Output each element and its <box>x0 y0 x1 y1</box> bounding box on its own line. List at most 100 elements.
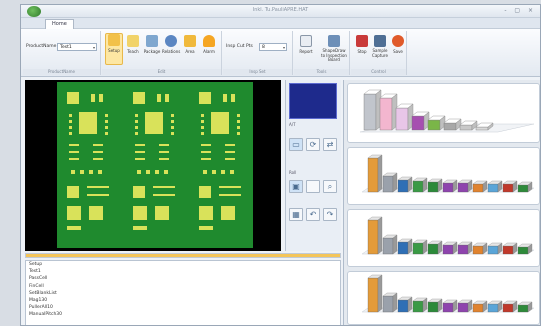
chart-small-3-svg <box>361 274 535 313</box>
list-item[interactable]: PullerAll10 <box>26 304 340 311</box>
chart-bar <box>379 97 393 131</box>
pcb-trace <box>199 226 213 230</box>
sample-capture-button[interactable]: Sample Capture <box>371 35 389 58</box>
chevron-down-icon: ▾ <box>92 45 95 50</box>
insp-cut-select[interactable]: 8 ▾ <box>259 43 287 51</box>
chart-bar <box>367 277 379 313</box>
tool-move-icon[interactable]: ⟳ <box>306 138 320 151</box>
pcb-trace <box>93 158 103 160</box>
chart-bar <box>442 302 454 313</box>
alarm-icon <box>203 35 215 47</box>
pcb-viewer[interactable] <box>25 80 281 251</box>
pcb-pad <box>221 206 235 220</box>
pcb-trace <box>153 186 175 188</box>
chart-bar <box>457 302 469 313</box>
pcb-pad <box>164 170 168 174</box>
window-controls[interactable]: - ▢ × <box>504 7 536 14</box>
pcb-trace <box>69 144 79 146</box>
window-title: Inkl. Tu.PauliAPRE.HAT <box>252 7 309 13</box>
pcb-pad <box>237 114 240 117</box>
chart-bar <box>459 124 473 131</box>
title-bar: Inkl. Tu.PauliAPRE.HAT - ▢ × <box>21 5 540 18</box>
pcb-trace <box>159 158 169 160</box>
pcb-pad <box>135 132 138 135</box>
chevron-down-icon: ▾ <box>282 45 285 50</box>
save-button[interactable]: Save <box>389 35 407 54</box>
progress-bar <box>25 253 341 258</box>
chart-bar <box>457 182 469 193</box>
tool-fit-icon[interactable]: ▣ <box>289 180 303 193</box>
chart-bar <box>427 243 439 255</box>
group-label-tools: Tools <box>294 69 349 75</box>
chart-bar <box>397 241 409 255</box>
chart-bar <box>411 115 425 131</box>
chart-small-2 <box>347 209 540 267</box>
chart-bar <box>502 183 514 193</box>
chart-bar <box>427 181 439 193</box>
pcb-pad <box>105 114 108 117</box>
thumbnail-preview[interactable] <box>289 83 337 119</box>
pcb-pad <box>146 170 150 174</box>
chart-bar <box>382 295 394 313</box>
zoom-icon[interactable]: ⌕ <box>323 180 337 193</box>
list-item[interactable]: SetBlankList <box>26 290 340 297</box>
pcb-pad <box>67 186 79 198</box>
tool-link-icon[interactable]: ⇄ <box>323 138 337 151</box>
list-item[interactable]: ManualPitch30 <box>26 311 340 318</box>
package-icon <box>146 35 158 47</box>
side-label-1: A/T <box>289 122 296 127</box>
pcb-pad <box>105 132 108 135</box>
undo-icon[interactable]: ↶ <box>306 208 320 221</box>
teach-button[interactable]: Teach <box>124 35 142 54</box>
chart-bar <box>517 304 529 313</box>
log-list[interactable]: Setup Test1 PassCell FinCell SetBlankLis… <box>25 260 341 325</box>
list-item[interactable]: Mag130 <box>26 297 340 304</box>
pcb-pad <box>69 126 72 129</box>
pcb-trace <box>159 144 169 146</box>
tool-blank-icon[interactable] <box>306 180 320 193</box>
relations-button[interactable]: Relations <box>162 35 180 54</box>
inspection-area: A/T ▭ ⟳ ⇄ Roll ▣ ⌕ ▦ ↶ ↷ Setup Test1 Pas… <box>25 80 341 325</box>
tool-grid-icon[interactable]: ▦ <box>289 208 303 221</box>
report-button[interactable]: Report <box>297 35 315 54</box>
tab-home[interactable]: Home <box>45 19 74 29</box>
pcb-trace <box>225 151 235 153</box>
pcb-pad <box>201 120 204 123</box>
list-item[interactable]: PassCell <box>26 275 340 282</box>
product-name-select[interactable]: Test1 ▾ <box>57 43 97 51</box>
chart-bar <box>472 303 484 313</box>
redo-icon[interactable]: ↷ <box>323 208 337 221</box>
setup-button[interactable]: Setup <box>105 33 123 65</box>
shapedraw-button[interactable]: ShapeDraw to Inspection Board <box>320 35 348 63</box>
pcb-pad <box>201 132 204 135</box>
pcb-pad <box>237 126 240 129</box>
chart-small-1-svg <box>361 154 535 193</box>
ribbon: ProductName Test1 ▾ ProductName Setup Te… <box>21 29 540 77</box>
pcb-trace <box>219 186 241 188</box>
list-item[interactable]: FinCell <box>26 283 340 290</box>
tool-select-icon[interactable]: ▭ <box>289 138 303 151</box>
pcb-trace <box>135 144 145 146</box>
package-button[interactable]: Package <box>143 35 161 54</box>
chart-bar <box>382 175 394 193</box>
pcb-trace <box>87 194 109 196</box>
alarm-button[interactable]: Alarm <box>200 35 218 54</box>
progress-fill <box>26 254 340 257</box>
chart-main-svg <box>359 89 535 133</box>
chart-panel-column <box>343 80 540 325</box>
stop-button[interactable]: Stop <box>353 35 371 54</box>
chart-bar-side <box>377 274 383 313</box>
pcb-pad <box>135 120 138 123</box>
chart-bar <box>443 122 457 131</box>
pcb-trace <box>87 186 109 188</box>
list-item[interactable]: Test1 <box>26 268 340 275</box>
side-label-2: Roll <box>289 170 297 175</box>
area-button[interactable]: Area <box>181 35 199 54</box>
list-item[interactable]: Setup <box>26 261 340 268</box>
pcb-pad <box>135 126 138 129</box>
chart-bar <box>442 244 454 255</box>
pcb-pad <box>201 126 204 129</box>
relations-icon <box>165 35 177 47</box>
chart-bar-side <box>377 216 383 255</box>
pcb-image[interactable] <box>57 82 253 248</box>
